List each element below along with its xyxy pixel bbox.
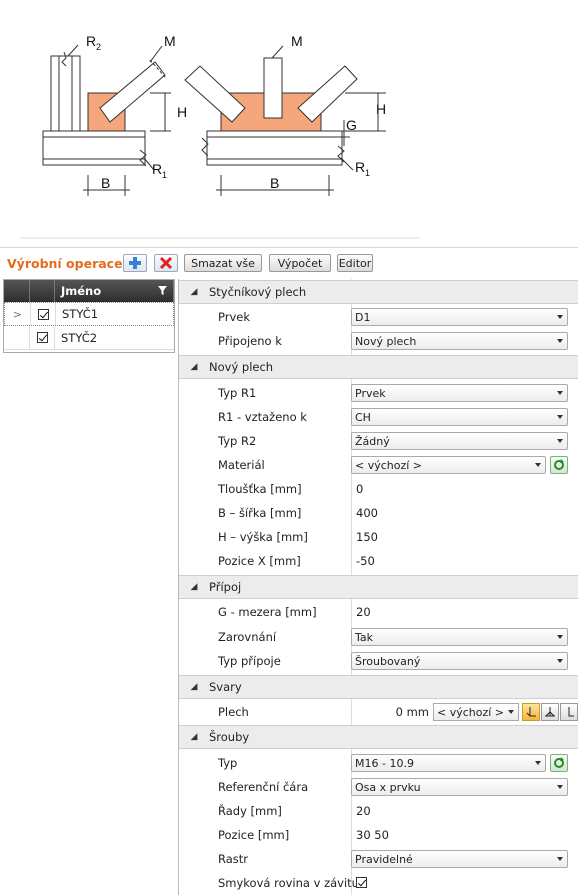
prop-material: Materiál < výchozí > (211, 453, 578, 477)
editor-button[interactable]: Editor (337, 254, 373, 272)
weld-double-icon (545, 707, 555, 717)
section-svary[interactable]: ◢ Svary (179, 675, 578, 699)
rastr-select[interactable]: Pravidelné (351, 850, 568, 868)
sirka-value[interactable]: 400 (351, 501, 569, 525)
plech-weld-select[interactable]: < výchozí > (433, 703, 519, 721)
pripojeno-select[interactable]: Nový plech (351, 332, 568, 350)
prop-pozice-x: Pozice X [mm] -50 (211, 549, 578, 573)
label-h-right: H (376, 101, 386, 117)
weld-double-button[interactable] (541, 703, 559, 721)
grid-row[interactable]: STYČ2 (4, 326, 174, 350)
typ-sroubu-select[interactable]: M16 - 10.9 (351, 754, 546, 772)
joint-diagram: R 2 M H R 1 B M H G R 1 B (0, 0, 578, 248)
joint-sketch: R 2 M H R 1 B M H G R 1 B (20, 33, 420, 239)
prvek-select[interactable]: D1 (351, 308, 568, 326)
row-name: STYČ1 (62, 307, 99, 321)
delete-icon (159, 256, 173, 270)
label-m-left: M (164, 33, 176, 49)
plus-icon (129, 257, 141, 269)
prop-typ-pripoje: Typ přípoje Šroubovaný (211, 649, 578, 673)
prop-vyska: H – výška [mm] 150 (211, 525, 578, 549)
material-select[interactable]: < výchozí > (351, 456, 546, 474)
row-checkbox[interactable] (36, 332, 48, 343)
refresh-icon (554, 757, 564, 768)
section-pripoj[interactable]: ◢ Přípoj (179, 575, 578, 599)
label-r1-left-sub: 1 (162, 170, 167, 180)
vyska-value[interactable]: 150 (351, 525, 569, 549)
label-g: G (346, 117, 357, 133)
column-name-header[interactable]: Jméno (55, 280, 174, 302)
add-operation-button[interactable] (123, 254, 147, 272)
bolt-refresh-button[interactable] (550, 754, 568, 772)
prop-pripojeno: Připojeno k Nový plech (211, 329, 578, 353)
collapse-icon[interactable]: ◢ (179, 362, 209, 372)
typ-r2-select[interactable]: Žádný (351, 432, 568, 450)
label-r1-left: R (152, 161, 162, 177)
r1-vztazeno-select[interactable]: CH (351, 408, 568, 426)
typ-r1-select[interactable]: Prvek (351, 384, 568, 402)
label-r1-right-sub: 1 (365, 168, 370, 178)
refresh-icon (554, 459, 564, 470)
prop-typ-sroubu: Typ M16 - 10.9 (211, 751, 578, 775)
collapse-icon[interactable]: ◢ (179, 682, 209, 692)
rady-value[interactable]: 20 (351, 799, 569, 823)
operations-toolbar: Výrobní operace Smazat vše Výpočet Edito… (0, 249, 578, 277)
label-h-left: H (177, 104, 187, 120)
prop-tloustka: Tloušťka [mm] 0 (211, 477, 578, 501)
section-stycnikovy-plech[interactable]: ◢ Styčníkový plech (179, 280, 578, 304)
prop-typ-r1: Typ R1 Prvek (211, 381, 578, 405)
prop-referencni-cara: Referenční čára Osa x prvku (211, 775, 578, 799)
prop-typ-r2: Typ R2 Žádný (211, 429, 578, 453)
referencni-cara-select[interactable]: Osa x prvku (351, 778, 568, 796)
weld-fillet-button[interactable] (522, 703, 540, 721)
plech-thickness[interactable]: 0 mm (369, 705, 429, 719)
pozice-value[interactable]: 30 50 (351, 823, 569, 847)
label-r1-right: R (355, 159, 365, 175)
label-m-right: M (291, 33, 303, 49)
section-srouby[interactable]: ◢ Šrouby (179, 725, 578, 749)
operations-grid: Jméno > STYČ1 STYČ2 (3, 279, 175, 353)
grid-header: Jméno (4, 280, 174, 302)
prop-prvek: Prvek D1 (211, 305, 578, 329)
weld-butt-button[interactable] (560, 703, 578, 721)
zarovnani-select[interactable]: Tak (351, 628, 568, 646)
current-row-icon: > (5, 303, 31, 325)
collapse-icon[interactable]: ◢ (179, 287, 209, 297)
operations-title: Výrobní operace (7, 256, 123, 271)
weld-fillet-icon (526, 707, 536, 717)
typ-pripoje-select[interactable]: Šroubovaný (351, 652, 568, 670)
row-checkbox[interactable] (37, 308, 49, 320)
grid-row[interactable]: > STYČ1 (4, 302, 174, 326)
pozice-x-value[interactable]: -50 (351, 549, 569, 573)
mezera-value[interactable]: 20 (351, 600, 569, 624)
row-name: STYČ2 (61, 330, 98, 345)
properties-panel: ◢ Styčníkový plech Prvek D1 Připojeno k … (178, 279, 578, 895)
label-b-left: B (101, 175, 110, 191)
label-b-right: B (270, 175, 279, 191)
collapse-icon[interactable]: ◢ (179, 732, 209, 742)
tloustka-value[interactable]: 0 (351, 477, 569, 501)
prop-mezera: G - mezera [mm] 20 (211, 600, 578, 624)
prop-plech: Plech 0 mm < výchozí > (211, 700, 578, 724)
collapse-icon[interactable]: ◢ (179, 582, 209, 592)
label-r2: R (86, 33, 96, 49)
prop-r1-vztazeno: R1 - vztaženo k CH (211, 405, 578, 429)
prop-rastr: Rastr Pravidelné (211, 847, 578, 871)
smykova-checkbox[interactable] (356, 877, 367, 888)
label-r2-sub: 2 (96, 42, 101, 52)
section-novy-plech[interactable]: ◢ Nový plech (179, 355, 578, 379)
material-refresh-button[interactable] (550, 456, 568, 474)
prop-rady: Řady [mm] 20 (211, 799, 578, 823)
delete-all-button[interactable]: Smazat vše (184, 254, 262, 272)
filter-icon[interactable] (158, 286, 167, 296)
compute-button[interactable]: Výpočet (269, 254, 331, 272)
weld-butt-icon (568, 707, 574, 717)
prop-sirka: B – šířka [mm] 400 (211, 501, 578, 525)
prop-zarovnani: Zarovnání Tak (211, 625, 578, 649)
prop-smykova-rovina: Smyková rovina v závitu (211, 871, 578, 895)
prop-pozice: Pozice [mm] 30 50 (211, 823, 578, 847)
delete-operation-button[interactable] (154, 254, 178, 272)
